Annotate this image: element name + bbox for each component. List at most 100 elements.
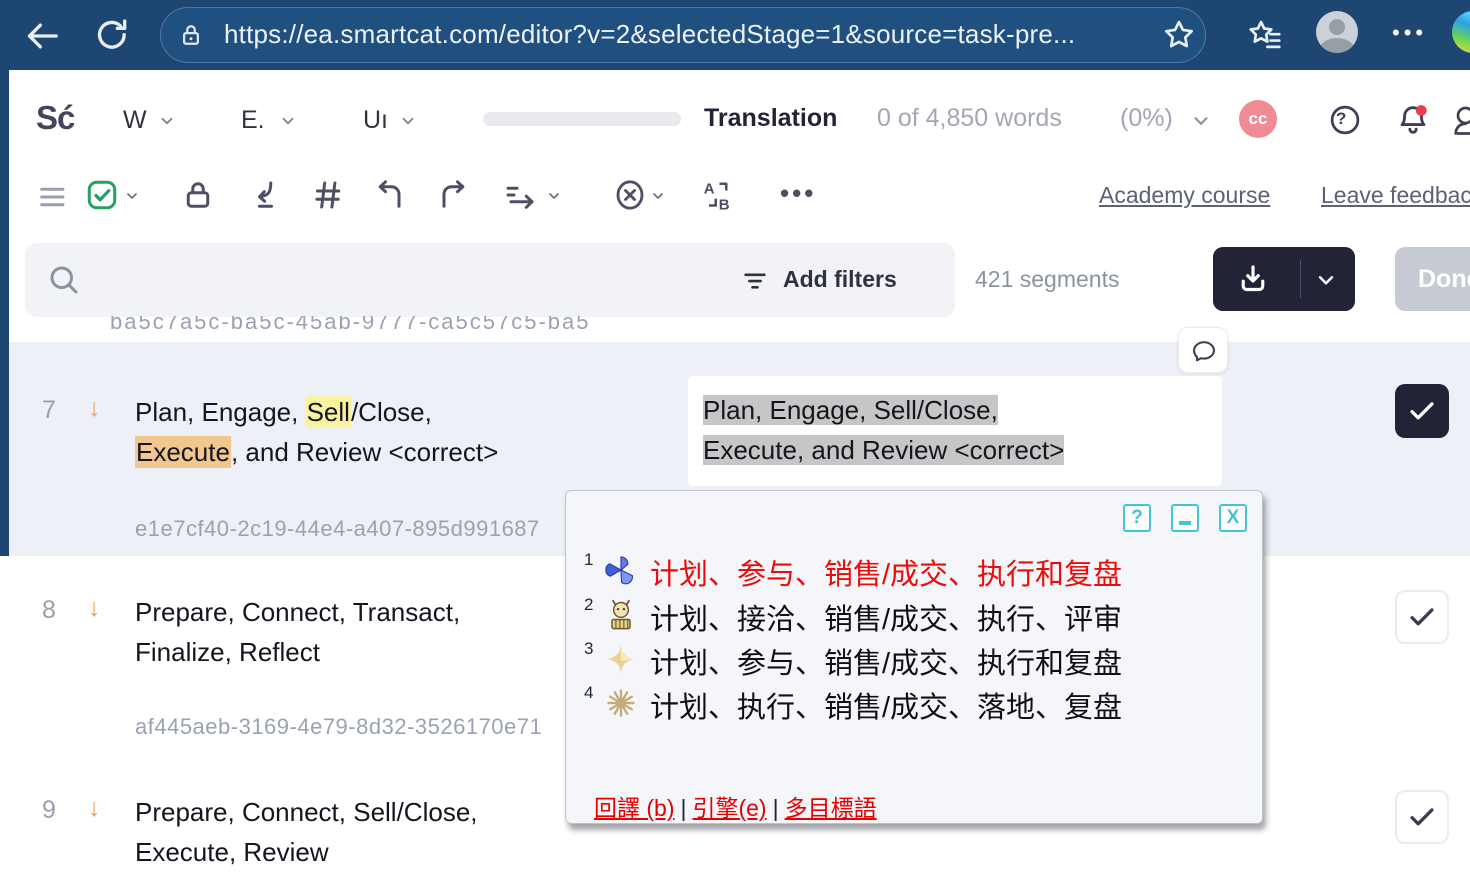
hamburger-menu-icon[interactable] <box>36 180 70 214</box>
help-question-glyph: ? <box>1336 109 1346 129</box>
academy-course-link[interactable]: Academy course <box>1099 182 1270 209</box>
segment-7-target-cell[interactable]: Plan, Engage, Sell/Close, Execute, and R… <box>688 376 1222 486</box>
leave-feedback-link[interactable]: Leave feedback <box>1321 182 1470 209</box>
segment-7-confirm-button[interactable] <box>1395 384 1449 438</box>
download-split-button[interactable] <box>1213 247 1355 311</box>
link-separator: | <box>675 795 693 821</box>
segment-9-confirm-button[interactable] <box>1395 790 1449 844</box>
speech-bubble-icon <box>1190 337 1218 365</box>
chevron-down-icon[interactable] <box>1190 110 1212 132</box>
add-filters-button[interactable]: Add filters <box>783 266 897 293</box>
url-text[interactable]: https://ea.smartcat.com/editor?v=2&selec… <box>224 19 1075 50</box>
stage-title: Translation <box>704 104 837 133</box>
segment-number: 9 <box>42 796 56 825</box>
word-count: 0 of 4,850 words <box>877 104 1062 133</box>
chevron-down-icon[interactable] <box>399 112 417 130</box>
notifications-bell-icon[interactable] <box>1394 101 1432 139</box>
confirm-checkbox-icon[interactable] <box>84 177 120 213</box>
profile-avatar[interactable] <box>1316 11 1358 53</box>
chevron-down-icon[interactable] <box>124 188 140 204</box>
multi-target-link[interactable]: 多目標語 <box>785 795 877 821</box>
lock-icon[interactable] <box>176 20 206 50</box>
candidate-number: 4 <box>584 683 593 703</box>
popup-help-button[interactable]: ? <box>1123 504 1151 532</box>
filter-icon <box>740 266 770 296</box>
lock-segment-icon[interactable] <box>180 177 216 213</box>
refresh-icon[interactable] <box>92 15 132 55</box>
screen: https://ea.smartcat.com/editor?v=2&selec… <box>0 0 1470 874</box>
segment-7-source[interactable]: Plan, Engage, Sell/Close, Execute, and R… <box>135 392 498 472</box>
source-text: Prepare, Connect, Transact, <box>135 592 460 632</box>
goto-segment-icon[interactable] <box>500 177 540 213</box>
user-avatar-badge[interactable]: cc <box>1239 100 1277 138</box>
done-button[interactable]: Done <box>1395 247 1470 311</box>
segment-8-confirm-button[interactable] <box>1395 590 1449 644</box>
engines-link[interactable]: 引擎(e) <box>692 795 766 821</box>
back-translate-link[interactable]: 回譯 (b) <box>594 795 675 821</box>
collections-icon[interactable] <box>1246 16 1284 54</box>
menu-e[interactable]: E. <box>241 106 265 135</box>
smartcat-logo[interactable]: Sć <box>36 99 74 137</box>
avatar-body <box>1320 38 1354 53</box>
source-text: , and Review <correct> <box>231 437 498 467</box>
comment-bubble-button[interactable] <box>1178 327 1228 373</box>
gold-diamond-icon <box>604 642 638 676</box>
search-icon <box>46 262 82 298</box>
selected-target-text: Execute, and Review <correct> <box>703 435 1064 465</box>
cancel-circle-icon[interactable] <box>612 177 648 213</box>
favorite-star-icon[interactable] <box>1160 16 1198 54</box>
download-icon[interactable] <box>1235 261 1271 297</box>
popup-links: 回譯 (b)|引擎(e)|多目標語 <box>594 789 877 823</box>
segment-number: 8 <box>42 596 56 625</box>
browser-logo-icon[interactable] <box>1452 11 1470 53</box>
source-text: Prepare, Connect, Sell/Close, <box>135 792 478 832</box>
candidate-text: 计划、接洽、销售/成交、执行、评审 <box>650 596 1122 638</box>
uuid-text: ba5c7a5c-ba5c-45ab-9777-ca5c57c5-ba5 <box>110 316 870 335</box>
back-icon[interactable] <box>22 16 62 56</box>
chevron-down-icon[interactable] <box>546 188 562 204</box>
source-text: /Close, <box>351 397 432 427</box>
toolbar-more-icon[interactable]: ••• <box>780 178 816 209</box>
segment-7-uuid: e1e7cf40-2c19-44e4-a407-895d991687 <box>135 516 540 542</box>
redo-icon[interactable] <box>435 177 471 213</box>
translation-candidate-row[interactable]: 4 计划、执行、销售/成交、落地、复盘 <box>582 682 1242 726</box>
browser-menu-icon[interactable]: ••• <box>1392 20 1427 46</box>
chevron-down-icon[interactable] <box>1313 267 1339 293</box>
candidate-number: 2 <box>584 595 593 615</box>
insert-return-icon[interactable] <box>246 177 282 213</box>
svg-text:B: B <box>719 196 730 213</box>
segment-number: 7 <box>42 396 56 425</box>
hash-tag-icon[interactable] <box>310 177 346 213</box>
candidate-text: 计划、执行、销售/成交、落地、复盘 <box>650 684 1122 726</box>
chevron-down-icon[interactable] <box>279 112 297 130</box>
chevron-down-icon[interactable] <box>650 188 666 204</box>
popup-close-button[interactable]: X <box>1219 504 1247 532</box>
popup-minimize-button[interactable] <box>1171 504 1199 532</box>
user-icon[interactable] <box>1452 102 1470 138</box>
chevron-down-icon[interactable] <box>158 112 176 130</box>
source-text: Plan, Engage, <box>135 397 306 427</box>
candidate-text: 计划、参与、销售/成交、执行和复盘 <box>650 551 1122 593</box>
undo-icon[interactable] <box>372 177 408 213</box>
check-icon <box>1405 800 1439 834</box>
segment-8-source[interactable]: Prepare, Connect, Transact, Finalize, Re… <box>135 592 460 672</box>
source-text: Execute, Review <box>135 832 478 872</box>
menu-u[interactable]: Uı <box>363 106 388 135</box>
link-separator: | <box>767 795 785 821</box>
transliterate-ab-icon[interactable]: A B <box>700 177 736 213</box>
minimize-bar-icon <box>1179 521 1191 525</box>
browser-toolbar: https://ea.smartcat.com/editor?v=2&selec… <box>0 0 1470 70</box>
button-divider <box>1300 260 1301 298</box>
translation-candidate-row[interactable]: 2 计划、接洽、销售/成交、执行、评审 <box>582 594 1242 638</box>
translation-candidate-row[interactable]: 1 计划、参与、销售/成交、执行和复盘 <box>582 549 1242 593</box>
gold-burst-icon <box>604 686 638 720</box>
translation-popup: ? X 1 计划、参与、销售/成交、执行和复盘 2 计划、 <box>565 490 1263 824</box>
source-text: Finalize, Reflect <box>135 632 460 672</box>
menu-w[interactable]: W <box>123 106 147 135</box>
window-edge-strip <box>0 70 9 556</box>
candidate-number: 1 <box>584 550 593 570</box>
translation-candidate-row[interactable]: 3 计划、参与、销售/成交、执行和复盘 <box>582 638 1242 682</box>
blue-translator-icon <box>604 553 638 587</box>
segment-9-source[interactable]: Prepare, Connect, Sell/Close, Execute, R… <box>135 792 478 872</box>
highlighted-term-yellow: Sell <box>306 396 351 428</box>
